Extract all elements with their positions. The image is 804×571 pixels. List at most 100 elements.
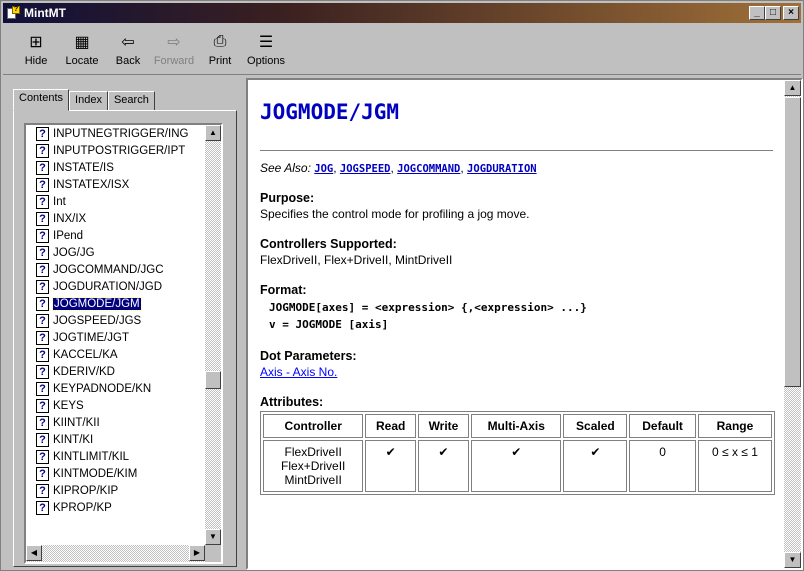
list-item[interactable]: ? JOGSPEED/JGS xyxy=(26,312,205,329)
help-topic-icon: ? xyxy=(36,466,49,481)
list-item[interactable]: ? INPUTPOSTRIGGER/IPT xyxy=(26,142,205,159)
topic-scroll-thumb[interactable] xyxy=(784,97,801,387)
topic-scroll-up-arrow-icon[interactable]: ▲ xyxy=(784,80,801,96)
topic-scroll-down-arrow-icon[interactable]: ▼ xyxy=(784,552,801,568)
table-header-row: Controller Read Write Multi-Axis Scaled Defau… xyxy=(263,414,772,438)
list-item[interactable]: ? KINTLIMIT/KIL xyxy=(26,448,205,465)
close-button[interactable]: × xyxy=(783,6,799,20)
list-item[interactable]: ? KDERIV/KD xyxy=(26,363,205,380)
help-topic-icon: ? xyxy=(36,313,49,328)
help-topic-icon: ? xyxy=(36,245,49,260)
options-icon: ☰ xyxy=(258,34,274,51)
see-also-link[interactable]: JOGCOMMAND xyxy=(397,163,460,175)
tab-index[interactable]: Index xyxy=(69,91,108,111)
toolbar-locate-button[interactable]: ▦ Locate xyxy=(59,25,105,74)
list-item-label: INPUTNEGTRIGGER/ING xyxy=(53,127,189,140)
list-item[interactable]: ? KACCEL/KA xyxy=(26,346,205,363)
list-item[interactable]: ? KINTMODE/KIM xyxy=(26,465,205,482)
toolbar-label: Forward xyxy=(153,55,195,67)
help-topic-icon: ? xyxy=(36,364,49,379)
list-item[interactable]: ? JOGDURATION/JGD xyxy=(26,278,205,295)
list-item[interactable]: ? JOGMODE/JGM xyxy=(26,295,205,312)
see-also: See Also: JOG, JOGSPEED, JOGCOMMAND, JOG… xyxy=(260,161,537,175)
list-item[interactable]: ? IPend xyxy=(26,227,205,244)
maximize-button[interactable]: □ xyxy=(765,6,781,20)
list-item[interactable]: ? KIPROP/KIP xyxy=(26,482,205,499)
list-item-label: JOGSPEED/JGS xyxy=(53,314,142,327)
help-topic-icon: ? xyxy=(36,228,49,243)
table-header-cell: Write xyxy=(417,414,470,438)
list-item[interactable]: ? KINT/KI xyxy=(26,431,205,448)
axis-link[interactable]: Axis - Axis No. xyxy=(260,365,337,379)
help-topic-icon: ? xyxy=(36,143,49,158)
help-topic-icon: ? xyxy=(36,160,49,175)
list-item-label: JOGTIME/JGT xyxy=(53,331,130,344)
contents-vertical-scrollbar[interactable]: ▲ ▼ xyxy=(205,125,221,545)
contents-horizontal-scrollbar[interactable]: ◀ ▶ xyxy=(26,545,205,562)
help-topic-icon: ? xyxy=(36,330,49,345)
see-also-link[interactable]: JOG xyxy=(314,163,333,175)
help-topic-icon: ? xyxy=(36,500,49,515)
controllers-heading: Controllers Supported: xyxy=(260,237,397,251)
list-item-label: JOGMODE/JGM xyxy=(52,296,142,311)
list-item-label: IPend xyxy=(53,229,84,242)
topic-vertical-scrollbar[interactable]: ▲ ▼ xyxy=(784,80,801,568)
list-item-label: JOGCOMMAND/JGC xyxy=(53,263,164,276)
toolbar-hide-button[interactable]: ⊞ Hide xyxy=(13,25,59,74)
scroll-up-arrow-icon[interactable]: ▲ xyxy=(205,125,221,141)
scroll-down-arrow-icon[interactable]: ▼ xyxy=(205,529,221,545)
help-topic-icon: ? xyxy=(36,381,49,396)
tab-search[interactable]: Search xyxy=(107,91,155,111)
scrollbar-corner xyxy=(205,545,221,562)
toolbar-options-button[interactable]: ☰ Options xyxy=(243,25,289,74)
toolbar-forward-button[interactable]: ⇨ Forward xyxy=(151,25,197,74)
list-item-label: Int xyxy=(53,195,66,208)
list-item[interactable]: ? KIINT/KII xyxy=(26,414,205,431)
scroll-right-arrow-icon[interactable]: ▶ xyxy=(189,545,205,561)
nav-tabs: Contents Index Search xyxy=(13,89,155,111)
navigation-pane: Contents Index Search ? INPUTNEGTRIGGER/ING… xyxy=(3,81,241,570)
help-topic-icon: ? xyxy=(36,415,49,430)
list-item[interactable]: ? INSTATE/IS xyxy=(26,159,205,176)
scroll-left-arrow-icon[interactable]: ◀ xyxy=(26,545,42,561)
list-item-label: KIINT/KII xyxy=(53,416,100,429)
list-item[interactable]: ? JOGCOMMAND/JGC xyxy=(26,261,205,278)
list-item[interactable]: ? JOGTIME/JGT xyxy=(26,329,205,346)
help-app-icon: ? xyxy=(6,6,20,20)
see-also-link[interactable]: JOGSPEED xyxy=(340,163,391,175)
list-item[interactable]: ? Int xyxy=(26,193,205,210)
list-item[interactable]: ? INX/IX xyxy=(26,210,205,227)
attributes-table: Controller Read Write Multi-Axis Scaled Defau… xyxy=(260,411,775,495)
list-item[interactable]: ? KEYS xyxy=(26,397,205,414)
title-bar[interactable]: ? MintMT _ □ × xyxy=(3,3,801,23)
list-item-label: JOGDURATION/JGD xyxy=(53,280,163,293)
controller-flexdrive: FlexDriveII xyxy=(284,445,342,459)
multi-axis-cell: ✔ xyxy=(471,440,562,492)
scroll-thumb[interactable] xyxy=(205,371,221,389)
toolbar-print-button[interactable]: ⎙ Print xyxy=(197,25,243,74)
dot-parameters-heading: Dot Parameters: xyxy=(260,349,357,363)
tab-contents[interactable]: Contents xyxy=(13,89,70,111)
default-cell: 0 xyxy=(629,440,696,492)
table-row: FlexDriveII Flex+DriveII MintDriveII ✔ ✔… xyxy=(263,440,772,492)
see-also-link[interactable]: JOGDURATION xyxy=(467,163,537,175)
list-item-label: KEYS xyxy=(53,399,84,412)
list-item-label: KEYPADNODE/KN xyxy=(53,382,152,395)
help-topic-icon: ? xyxy=(36,483,49,498)
list-item[interactable]: ? JOG/JG xyxy=(26,244,205,261)
toolbar: ⊞ Hide ▦ Locate ⇦ Back ⇨ Forward ⎙ Print ☰ Options xyxy=(3,25,801,75)
topic-content: JOGMODE/JGM See Also: JOG, JOGSPEED, JOG… xyxy=(248,80,783,568)
list-item[interactable]: ? INSTATEX/ISX xyxy=(26,176,205,193)
table-header-cell: Scaled xyxy=(563,414,628,438)
list-item[interactable]: ? KPROP/KP xyxy=(26,499,205,516)
minimize-button[interactable]: _ xyxy=(749,6,765,20)
help-topic-icon: ? xyxy=(36,449,49,464)
list-item-label: KPROP/KP xyxy=(53,501,112,514)
hide-icon: ⊞ xyxy=(29,34,43,51)
topic-heading: JOGMODE/JGM xyxy=(260,100,400,124)
list-item[interactable]: ? INPUTNEGTRIGGER/ING xyxy=(26,125,205,142)
back-arrow-icon: ⇦ xyxy=(121,34,135,51)
list-item-label: INSTATE/IS xyxy=(53,161,114,174)
toolbar-back-button[interactable]: ⇦ Back xyxy=(105,25,151,74)
list-item[interactable]: ? KEYPADNODE/KN xyxy=(26,380,205,397)
